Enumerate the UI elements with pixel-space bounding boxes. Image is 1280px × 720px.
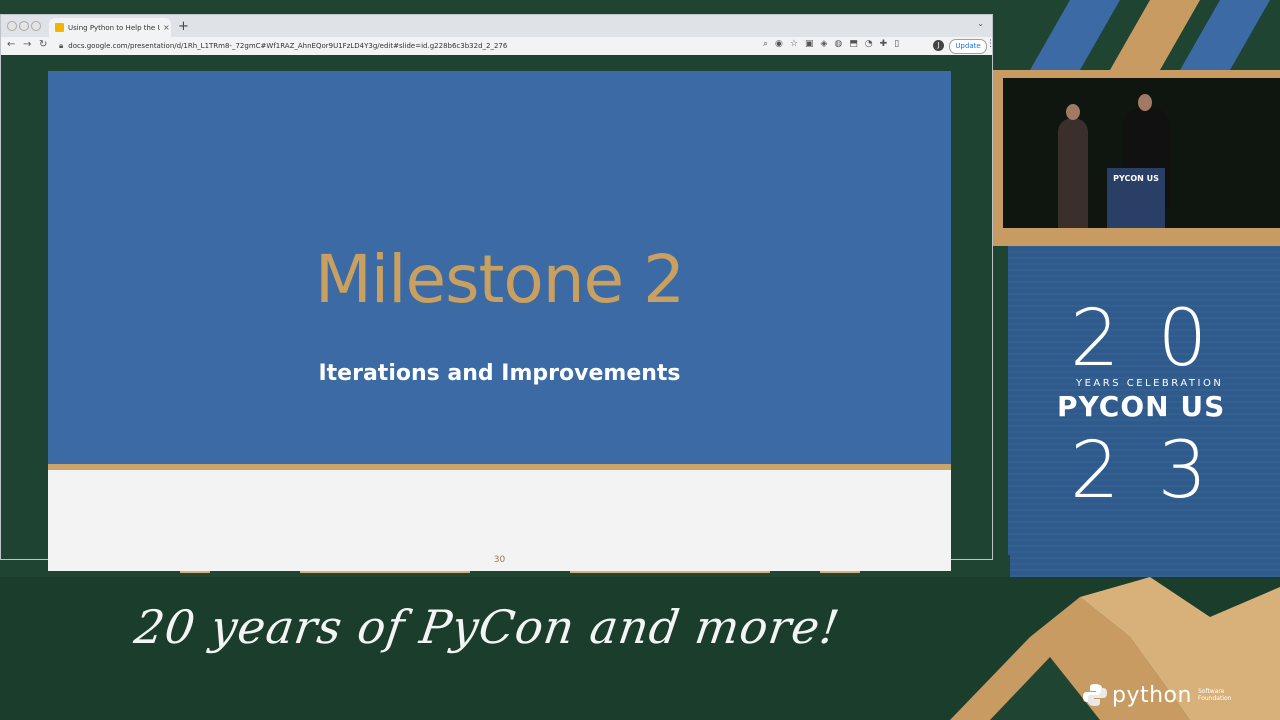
zoom-icon[interactable]: ⌕ xyxy=(763,39,768,49)
speaker-camera-feed: PYCON US xyxy=(1003,78,1280,228)
slide-subtitle: Iterations and Improvements xyxy=(318,361,681,386)
browser-toolbar: ← → ↻ 🔒︎ docs.google.com/presentation/d/… xyxy=(1,37,995,55)
extension-icon[interactable]: ◈ xyxy=(821,39,828,49)
extension-icon[interactable]: ⬒ xyxy=(849,39,858,49)
tab-title: Using Python to Help the Uni… xyxy=(68,23,160,32)
python-snake-icon xyxy=(1083,684,1107,706)
slides-favicon-icon xyxy=(55,23,64,32)
brand-years-celebration: YEARS CELEBRATION xyxy=(1076,378,1224,389)
slide-page-number: 30 xyxy=(493,555,506,565)
reload-icon[interactable]: ↻ xyxy=(39,39,47,50)
presentation-viewer: Milestone 2 Iterations and Improvements … xyxy=(1,55,992,571)
podium-label: PYCON US xyxy=(1113,174,1159,183)
browser-tab[interactable]: Using Python to Help the Uni… × xyxy=(49,18,171,37)
browser-menu-icon[interactable]: ⋮ xyxy=(986,39,995,49)
brand-year-top: 20 xyxy=(1070,294,1246,384)
speaker-head xyxy=(1066,104,1080,120)
extension-icon[interactable]: ▣ xyxy=(805,39,814,49)
forward-icon[interactable]: → xyxy=(23,39,31,50)
camera-bottom-band xyxy=(993,230,1280,246)
tab-close-icon[interactable]: × xyxy=(163,23,170,32)
slide[interactable]: Milestone 2 Iterations and Improvements … xyxy=(48,71,951,571)
close-window-icon[interactable] xyxy=(7,21,17,31)
slide-title: Milestone 2 xyxy=(314,241,685,318)
extension-icon[interactable]: ◔ xyxy=(865,39,873,49)
update-button[interactable]: Update xyxy=(949,39,987,54)
back-icon[interactable]: ← xyxy=(7,39,15,50)
brand-year-bottom: 23 xyxy=(1070,426,1246,516)
tab-search-icon[interactable]: ⌄ xyxy=(977,19,984,28)
tab-bar: Using Python to Help the Uni… × + ⌄ xyxy=(1,15,992,37)
minimize-window-icon[interactable] xyxy=(19,21,29,31)
speaker-person-left xyxy=(1058,104,1088,228)
address-bar[interactable]: 🔒︎ docs.google.com/presentation/d/1Rh_L1… xyxy=(59,38,759,53)
brand-pycon-us: PYCON US xyxy=(1057,390,1226,423)
decorative-stripes xyxy=(1010,0,1280,70)
speaker-head xyxy=(1138,94,1152,111)
sidebar-icon[interactable]: ▯ xyxy=(894,39,899,49)
extension-icon[interactable]: ◍ xyxy=(834,39,842,49)
lock-icon: 🔒︎ xyxy=(59,40,64,50)
maximize-window-icon[interactable] xyxy=(31,21,41,31)
python-wordmark: python xyxy=(1112,682,1192,708)
python-logo-subtext: Software Foundation xyxy=(1197,688,1232,702)
puzzle-extensions-icon[interactable]: ✚ xyxy=(880,39,888,49)
profile-avatar[interactable]: J xyxy=(933,40,944,51)
python-logo: python Software Foundation xyxy=(1082,678,1242,712)
camera-permission-icon[interactable]: ◉ xyxy=(775,39,783,49)
bookmark-star-icon[interactable]: ☆ xyxy=(790,39,798,49)
url-text: docs.google.com/presentation/d/1Rh_L1TRm… xyxy=(68,41,508,50)
toolbar-icons: ⌕ ◉ ☆ ▣ ◈ ◍ ⬒ ◔ ✚ ▯ xyxy=(763,39,899,49)
new-tab-button[interactable]: + xyxy=(178,19,189,34)
browser-window: Using Python to Help the Uni… × + ⌄ ← → … xyxy=(0,14,995,571)
banner-tagline: 20 years of PyCon and more! xyxy=(131,600,844,654)
